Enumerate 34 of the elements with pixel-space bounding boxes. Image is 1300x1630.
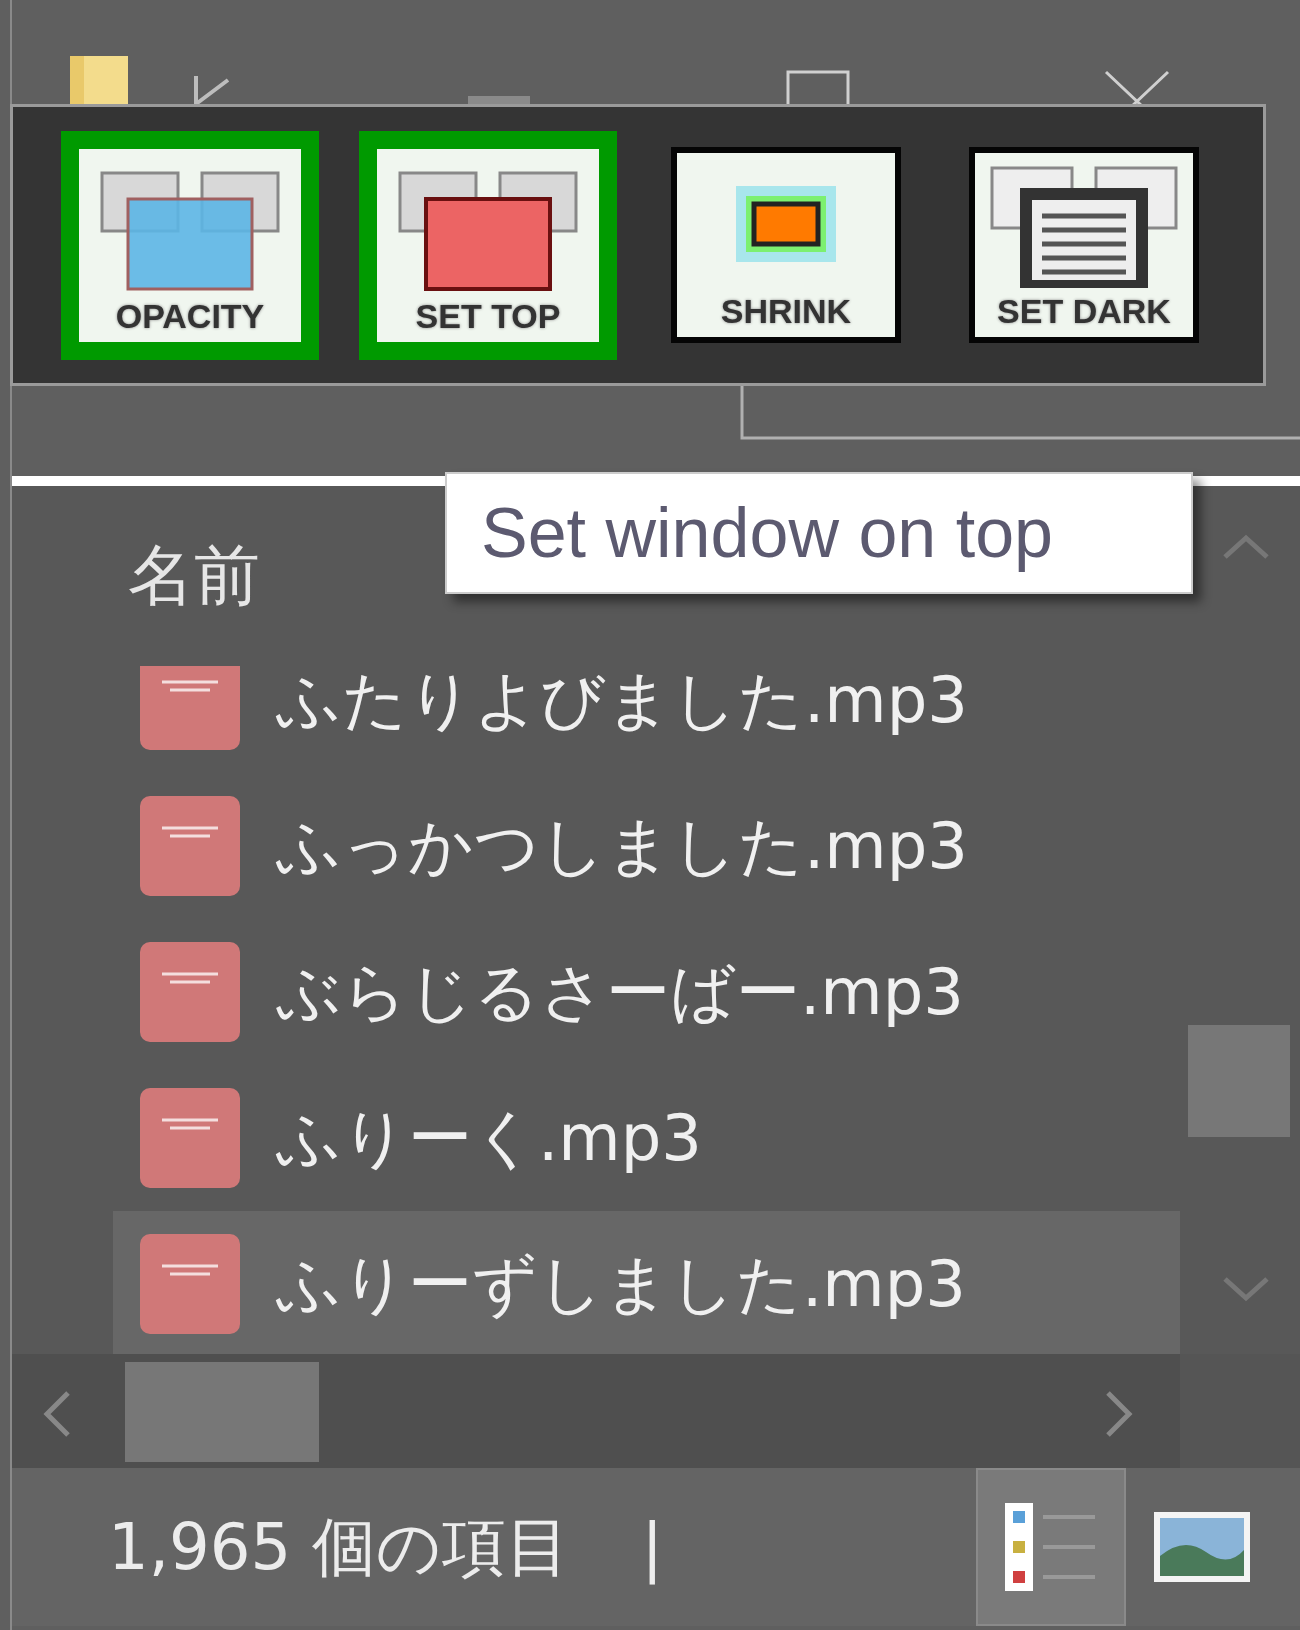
audio-file-icon: [140, 942, 240, 1042]
file-name: ふっかつしました.mp3: [276, 807, 969, 885]
scrollbar-thumb[interactable]: [125, 1362, 319, 1462]
toolbar-button[interactable]: OPACITY: [61, 130, 319, 360]
separator: |: [641, 1510, 664, 1584]
large-icons-view-icon: [1154, 1512, 1250, 1582]
scroll-down-icon[interactable]: [1222, 1276, 1270, 1302]
audio-file-icon: [140, 666, 240, 750]
close-icon: [1102, 70, 1172, 106]
scroll-left-icon[interactable]: [42, 1390, 72, 1438]
audio-file-icon: [140, 1234, 240, 1334]
file-name: ふりーく.mp3: [276, 1099, 703, 1177]
toolbar-button[interactable]: SHRINK: [671, 147, 901, 343]
scroll-right-icon[interactable]: [1104, 1390, 1134, 1438]
file-row[interactable]: ふりーく.mp3: [113, 1065, 1180, 1211]
tooltip: Set window on top: [445, 472, 1193, 594]
view-button[interactable]: [976, 1468, 1126, 1626]
toolbar-button[interactable]: SET DARK: [969, 147, 1199, 343]
file-name: ふりーずしました.mp3: [276, 1245, 967, 1323]
file-row[interactable]: ぶらじるさーばー.mp3: [113, 919, 1180, 1065]
scroll-up-icon[interactable]: [1222, 534, 1270, 560]
file-row[interactable]: ふりーずしました.mp3: [113, 1211, 1180, 1354]
audio-file-icon: [140, 1088, 240, 1188]
maximize-icon: [786, 70, 850, 106]
toolbar-button[interactable]: SET TOP: [359, 130, 617, 360]
file-name: ぶらじるさーばー.mp3: [276, 953, 965, 1031]
column-header[interactable]: 名前: [128, 531, 260, 621]
file-row[interactable]: ふっかつしました.mp3: [113, 773, 1180, 919]
scrollbar-thumb[interactable]: [1188, 1025, 1290, 1137]
folder-icon: [70, 56, 128, 106]
item-count: 1,965 個の項目: [108, 1508, 570, 1586]
file-name: ふたりよびました.mp3: [276, 666, 969, 739]
file-row[interactable]: ふたりよびました.mp3: [113, 666, 1180, 773]
audio-file-icon: [140, 796, 240, 896]
